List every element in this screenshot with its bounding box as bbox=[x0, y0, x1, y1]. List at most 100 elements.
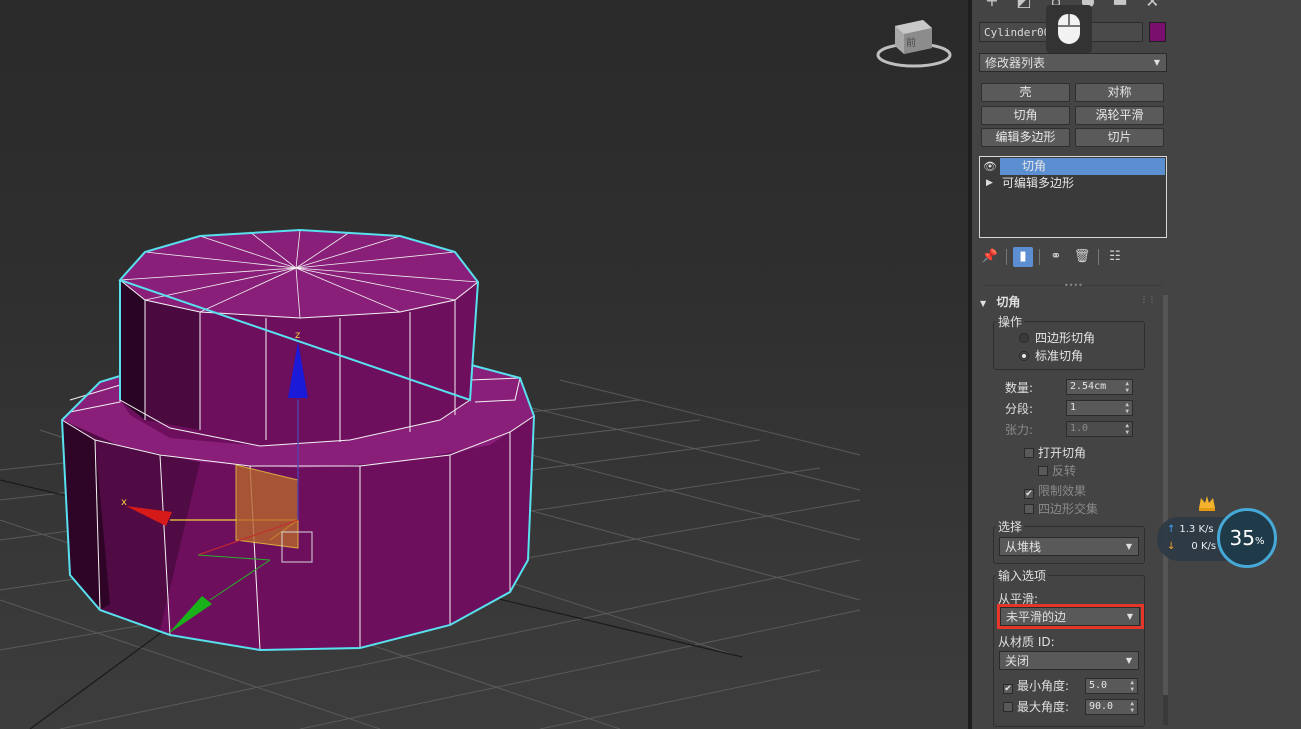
checkbox[interactable] bbox=[1024, 448, 1034, 458]
from-material-id-dropdown[interactable]: 关闭 ▼ bbox=[999, 651, 1139, 670]
stack-item-label: 可编辑多边形 bbox=[1002, 176, 1075, 190]
plus-icon[interactable]: + bbox=[978, 0, 1006, 10]
stack-toolbar: 📌 ▮ ⚭ 🗑 ☷ bbox=[980, 246, 1125, 268]
show-end-result-icon[interactable]: ▮ bbox=[1013, 247, 1033, 267]
checkbox-label: 限制效果 bbox=[1038, 484, 1087, 498]
segments-spinner[interactable]: 1 ▲ ▼ bbox=[1066, 400, 1133, 416]
amount-spinner[interactable]: 2.54cm ▲ ▼ bbox=[1066, 379, 1133, 395]
scrollbar-thumb[interactable] bbox=[1163, 295, 1168, 695]
modifier-list-dropdown[interactable]: 修改器列表 ▼ bbox=[979, 53, 1167, 72]
spinner-arrows-icon[interactable]: ▲ ▼ bbox=[1125, 401, 1129, 415]
z-axis-label: z bbox=[295, 330, 300, 341]
dropdown-arrow-icon: ▼ bbox=[1153, 58, 1160, 67]
min-angle-checkbox[interactable]: ✔ 最小角度: bbox=[1003, 678, 1069, 695]
max-angle-checkbox[interactable]: 最大角度: bbox=[1003, 699, 1069, 716]
max-angle-spinner[interactable]: 90.0 ▲ ▼ bbox=[1085, 699, 1138, 715]
spinner-arrows-icon[interactable]: ▲ ▼ bbox=[1125, 380, 1129, 394]
checkbox-label: 打开切角 bbox=[1038, 446, 1087, 460]
display-icon[interactable]: ▬ bbox=[1106, 0, 1134, 10]
open-chamfer-checkbox[interactable]: 打开切角 bbox=[1024, 445, 1086, 462]
stack-item-editable-poly[interactable]: ▶ 可编辑多边形 bbox=[980, 175, 1166, 192]
viewcube[interactable]: 前 bbox=[876, 20, 952, 68]
min-angle-spinner[interactable]: 5.0 ▲ ▼ bbox=[1085, 678, 1138, 694]
input-options-group-label: 输入选项 bbox=[996, 567, 1049, 584]
spinner-arrows-icon[interactable]: ▲ ▼ bbox=[1130, 700, 1134, 714]
x-axis-label: x bbox=[121, 497, 127, 508]
toolbar-separator bbox=[1006, 249, 1007, 265]
spinner-arrows-icon: ▲ ▼ bbox=[1125, 422, 1129, 436]
mouse-icon bbox=[1058, 14, 1080, 44]
network-speed-widget[interactable]: ↑ 1.3 K/s ↓ 0 K/s 35% bbox=[1157, 496, 1281, 570]
radio-button[interactable] bbox=[1019, 351, 1029, 361]
modifier-button-edit-poly[interactable]: 编辑多边形 bbox=[981, 128, 1070, 147]
spinner-arrows-icon[interactable]: ▲ ▼ bbox=[1130, 679, 1134, 693]
segments-value: 1 bbox=[1070, 402, 1077, 413]
stack-item-chamfer[interactable]: 👁 切角 bbox=[983, 158, 1165, 175]
tension-spinner: 1.0 ▲ ▼ bbox=[1066, 421, 1133, 437]
download-speed: ↓ 0 K/s bbox=[1167, 541, 1216, 552]
invert-checkbox: 反转 bbox=[1038, 463, 1076, 480]
remove-modifier-icon[interactable]: 🗑 bbox=[1072, 247, 1092, 267]
upload-value: 1.3 bbox=[1179, 524, 1196, 535]
checkbox-label: 最大角度: bbox=[1017, 700, 1070, 714]
modify-icon[interactable]: ◩ bbox=[1010, 0, 1038, 10]
modifier-button-turbosmooth[interactable]: 涡轮平滑 bbox=[1075, 106, 1164, 125]
download-arrow-icon: ↓ bbox=[1167, 541, 1176, 552]
selection-value: 从堆栈 bbox=[1005, 540, 1042, 554]
modifier-button-symmetry[interactable]: 对称 bbox=[1075, 83, 1164, 102]
upload-unit: K/s bbox=[1198, 524, 1214, 535]
collapse-arrow-icon: ▼ bbox=[980, 299, 987, 308]
selection-dropdown[interactable]: 从堆栈 ▼ bbox=[999, 537, 1139, 556]
min-angle-value: 5.0 bbox=[1089, 680, 1108, 691]
limit-effect-checkbox: ✔ 限制效果 bbox=[1024, 483, 1086, 500]
amount-label: 数量: bbox=[1005, 381, 1034, 395]
eye-icon[interactable]: 👁 bbox=[982, 158, 998, 175]
modifier-list-label: 修改器列表 bbox=[985, 56, 1046, 70]
scene-canvas[interactable]: z x 前 bbox=[0, 0, 968, 729]
checkbox[interactable] bbox=[1003, 702, 1013, 712]
pin-stack-icon[interactable]: 📌 bbox=[980, 247, 1000, 267]
separator-grip-icon: •••• bbox=[1064, 281, 1083, 290]
object-color-swatch[interactable] bbox=[1149, 22, 1166, 42]
max-angle-value: 90.0 bbox=[1089, 701, 1114, 712]
radio-label: 标准切角 bbox=[1035, 349, 1084, 363]
radio-button[interactable] bbox=[1019, 333, 1029, 343]
tension-label: 张力: bbox=[1005, 423, 1034, 437]
radio-quad-chamfer[interactable]: 四边形切角 bbox=[1019, 329, 1095, 347]
segments-label: 分段: bbox=[1005, 402, 1034, 416]
upload-speed: ↑ 1.3 K/s bbox=[1167, 524, 1214, 535]
toolbar-separator bbox=[1098, 249, 1099, 265]
checkbox bbox=[1024, 504, 1034, 514]
checkbox-label: 反转 bbox=[1052, 464, 1077, 478]
checkbox[interactable]: ✔ bbox=[1003, 684, 1013, 694]
toolbar-separator bbox=[1039, 249, 1040, 265]
from-material-id-value: 关闭 bbox=[1005, 654, 1030, 668]
expand-arrow-icon[interactable]: ▶ bbox=[986, 175, 993, 192]
modifier-button-shell[interactable]: 壳 bbox=[981, 83, 1070, 102]
vip-crown-icon bbox=[1199, 496, 1215, 511]
checkbox bbox=[1038, 466, 1048, 476]
command-panel: + ◩ ⌂ ● ▬ ⚒ Cylinder001 修改器列表 ▼ 壳 对称 切角 … bbox=[972, 0, 1301, 729]
configure-modifier-sets-icon[interactable]: ☷ bbox=[1105, 247, 1125, 267]
make-unique-icon[interactable]: ⚭ bbox=[1046, 247, 1066, 267]
modifier-stack[interactable]: 👁 切角 ▶ 可编辑多边形 bbox=[979, 156, 1167, 238]
checkbox: ✔ bbox=[1024, 489, 1034, 499]
dropdown-arrow-icon: ▼ bbox=[1125, 656, 1132, 665]
checkbox-label: 四边形交集 bbox=[1038, 502, 1099, 516]
usage-percent: 35 bbox=[1229, 526, 1255, 550]
chamfer-rollout-header[interactable]: ▼ 切角 ⋮⋮ bbox=[980, 293, 1162, 311]
radio-label: 四边形切角 bbox=[1035, 331, 1096, 345]
from-material-id-label: 从材质 ID: bbox=[998, 635, 1055, 649]
amount-value: 2.54cm bbox=[1070, 381, 1107, 392]
rollout-grip-icon: ⋮⋮ bbox=[1140, 295, 1156, 304]
checkbox-label: 最小角度: bbox=[1017, 679, 1070, 693]
selection-group-label: 选择 bbox=[996, 518, 1025, 535]
perspective-viewport[interactable]: z x 前 bbox=[0, 0, 968, 729]
percent-sign: % bbox=[1254, 535, 1265, 547]
modifier-button-chamfer[interactable]: 切角 bbox=[981, 106, 1070, 125]
utilities-icon[interactable]: ⚒ bbox=[1138, 0, 1166, 10]
modifier-button-slice[interactable]: 切片 bbox=[1075, 128, 1164, 147]
memory-usage-circle[interactable]: 35% bbox=[1217, 508, 1277, 568]
radio-standard-chamfer[interactable]: 标准切角 bbox=[1019, 347, 1083, 365]
dropdown-arrow-icon: ▼ bbox=[1125, 542, 1132, 551]
